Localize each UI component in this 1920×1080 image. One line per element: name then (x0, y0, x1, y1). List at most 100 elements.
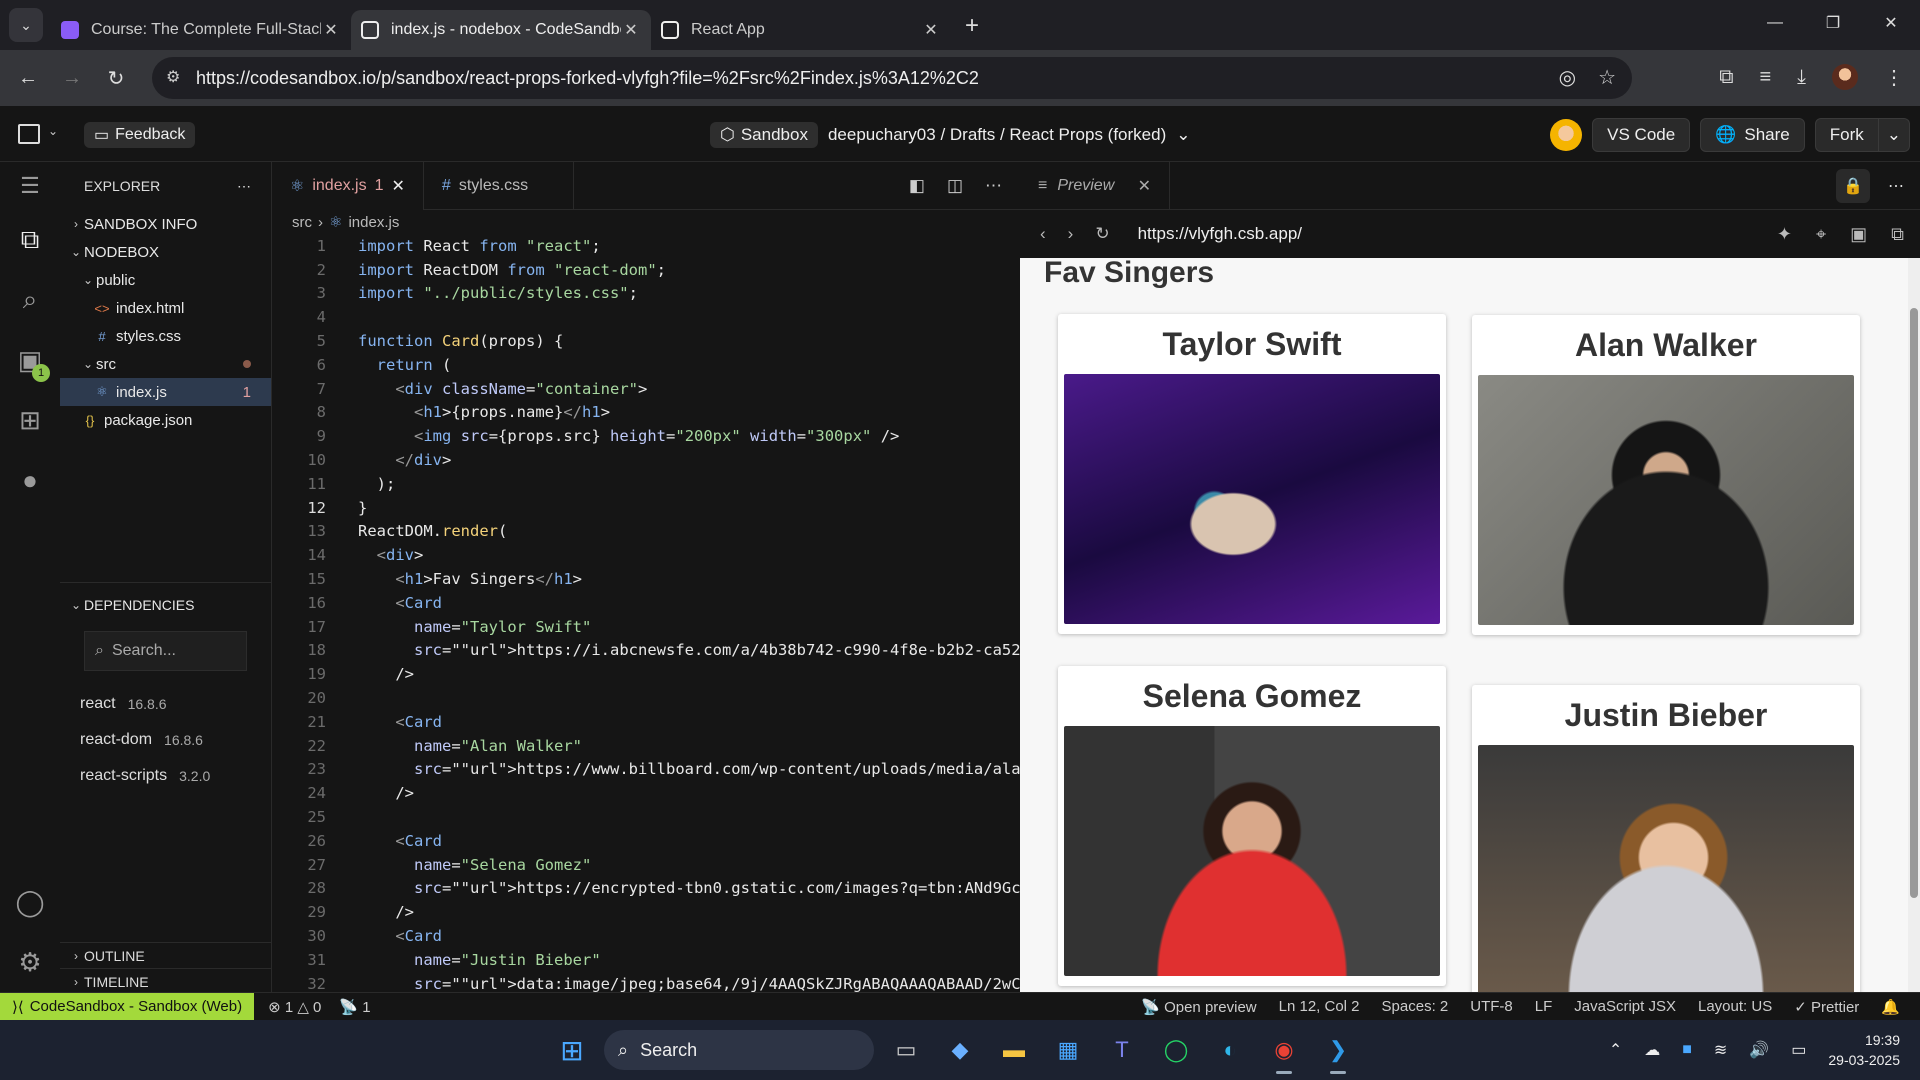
code-line[interactable]: 19 /> (272, 662, 1020, 686)
breadcrumb-item[interactable]: src (292, 214, 312, 231)
code-line[interactable]: 23 src=""url">https://www.billboard.com/… (272, 758, 1058, 782)
vscode-button[interactable]: VS Code (1592, 118, 1691, 152)
encoding-status[interactable]: UTF-8 (1470, 998, 1513, 1016)
tab-search-button[interactable]: ⌄ (9, 8, 43, 42)
breadcrumb-item[interactable]: index.js (348, 214, 399, 231)
browser-tab-codesandbox[interactable]: index.js - nodebox - CodeSandbox ✕ (351, 10, 651, 50)
bookmark-star-icon[interactable]: ☆ (1598, 65, 1616, 90)
wifi-icon[interactable]: ≋ (1714, 1040, 1727, 1060)
editor-tab-styles-css[interactable]: # styles.css (424, 161, 574, 210)
code-line[interactable]: 24 /> (272, 781, 1020, 805)
code-line[interactable]: 15 <h1>Fav Singers</h1> (272, 567, 1020, 591)
close-window-icon[interactable]: ✕ (1862, 0, 1920, 46)
tree-file-styles-css[interactable]: # styles.css (60, 322, 271, 350)
close-tab-icon[interactable]: ✕ (621, 20, 641, 40)
more-actions-icon[interactable]: ⋯ (1888, 176, 1904, 196)
code-line[interactable]: 31 name="Justin Bieber" (272, 948, 1020, 972)
notifications-bell-icon[interactable]: 🔔 (1881, 998, 1900, 1016)
code-line[interactable]: 16 <Card (272, 591, 1020, 615)
chrome-icon[interactable]: ◉ (1262, 1028, 1306, 1074)
media-control-icon[interactable]: ≡ (1759, 66, 1771, 89)
forward-icon[interactable]: → (50, 67, 94, 90)
fork-button[interactable]: Fork (1814, 118, 1879, 152)
timeline-section[interactable]: › TIMELINE (60, 968, 271, 994)
code-line[interactable]: 11 ); (272, 472, 1020, 496)
code-area[interactable]: 1 import React from "react"; 2 import React… (272, 234, 1058, 996)
editor-tab-index-js[interactable]: ⚛ index.js 1 ✕ (272, 161, 424, 210)
extensions-icon[interactable]: ⊞ (0, 390, 60, 450)
code-line[interactable]: 20 (272, 686, 1020, 710)
code-line[interactable]: 2 import ReactDOM from "react-dom"; (272, 258, 1020, 282)
chevron-down-icon[interactable]: ⌄ (48, 124, 58, 138)
code-line[interactable]: 7 <div className="container"> (272, 377, 1020, 401)
volume-icon[interactable]: 🔊 (1749, 1040, 1769, 1060)
code-line[interactable]: 8 <h1>{props.name}</h1> (272, 401, 1020, 425)
code-line[interactable]: 26 <Card (272, 829, 1020, 853)
code-line[interactable]: 1 import React from "react"; (272, 234, 1020, 258)
eye-off-icon[interactable]: ◎ (1559, 65, 1576, 90)
onedrive-icon[interactable]: ☁ (1644, 1040, 1660, 1060)
close-tab-icon[interactable]: ✕ (392, 176, 405, 196)
forward-icon[interactable]: › (1068, 224, 1074, 244)
chevron-down-icon[interactable]: ⌄ (1176, 125, 1190, 145)
preview-url[interactable]: https://vlyfgh.csb.app/ (1138, 224, 1302, 244)
copilot-icon[interactable]: ◆ (938, 1028, 982, 1072)
tree-folder-src[interactable]: ⌄ src (60, 350, 271, 378)
reload-icon[interactable]: ↻ (1095, 224, 1109, 244)
close-tab-icon[interactable]: ✕ (921, 20, 941, 40)
app-menu-icon[interactable] (18, 124, 40, 144)
code-line[interactable]: 5 function Card(props) { (272, 329, 1020, 353)
code-line[interactable]: 6 return ( (272, 353, 1020, 377)
open-preview-status[interactable]: 📡 Open preview (1141, 998, 1256, 1016)
preview-scrollbar[interactable] (1908, 258, 1920, 992)
more-actions-icon[interactable]: ⋯ (985, 176, 1002, 196)
indentation-status[interactable]: Spaces: 2 (1382, 998, 1449, 1016)
task-view-icon[interactable]: ▭ (884, 1028, 928, 1072)
terminal-icon[interactable]: ▣ 1 (0, 330, 60, 390)
whatsapp-icon[interactable]: ◯ (1154, 1028, 1198, 1072)
profile-avatar[interactable] (1832, 64, 1858, 90)
vscode-icon[interactable]: ❯ (1316, 1028, 1360, 1074)
ports-status[interactable]: 📡 1 (339, 998, 370, 1016)
edge-icon[interactable]: ◐ (1208, 1028, 1252, 1072)
code-line[interactable]: 4 (272, 305, 1020, 329)
account-icon[interactable]: ◯ (0, 872, 60, 932)
address-bar-url[interactable]: https://codesandbox.io/p/sandbox/react-p… (196, 68, 979, 89)
tree-file-index-js[interactable]: ⚛ index.js 1 (60, 378, 271, 406)
battery-icon[interactable]: ▭ (1791, 1040, 1806, 1060)
tree-file-package-json[interactable]: {} package.json (60, 406, 271, 434)
prettier-status[interactable]: ✓ Prettier (1794, 998, 1859, 1016)
settings-gear-icon[interactable]: ⚙ (0, 932, 60, 992)
chevron-up-icon[interactable]: ⌃ (1609, 1040, 1622, 1060)
fork-dropdown-button[interactable]: ⌄ (1878, 118, 1910, 152)
close-tab-icon[interactable]: ✕ (321, 20, 341, 40)
code-line[interactable]: 27 name="Selena Gomez" (272, 853, 1020, 877)
code-line[interactable]: 30 <Card (272, 924, 1020, 948)
preview-tab[interactable]: ≡ Preview ✕ (1020, 161, 1170, 210)
tree-file-index-html[interactable]: <> index.html (60, 294, 271, 322)
open-new-window-icon[interactable]: ⧉ (1891, 224, 1904, 245)
share-button[interactable]: 🌐 Share (1700, 118, 1805, 152)
site-info-icon[interactable]: ⚙ (166, 67, 180, 87)
extensions-icon[interactable]: ⧉ (1719, 66, 1733, 89)
sandbox-badge[interactable]: ⬡ Sandbox (710, 122, 818, 148)
minimize-icon[interactable]: — (1746, 0, 1804, 46)
new-tab-button[interactable]: + (965, 12, 979, 40)
dependency-item[interactable]: react-dom 16.8.6 (60, 723, 271, 757)
section-nodebox[interactable]: ⌄ NODEBOX (60, 238, 271, 266)
code-line[interactable]: 28 src=""url">https://encrypted-tbn0.gst… (272, 877, 1058, 901)
dependency-item[interactable]: react 16.8.6 (60, 687, 271, 721)
crosshair-icon[interactable]: ⌖ (1816, 224, 1826, 245)
problems-status[interactable]: ⊗ 1 △ 0 (268, 998, 321, 1016)
more-actions-icon[interactable]: ⋯ (237, 178, 251, 195)
code-line[interactable]: 21 <Card (272, 710, 1020, 734)
cursor-position-status[interactable]: Ln 12, Col 2 (1279, 998, 1360, 1016)
teams-icon[interactable]: T (1100, 1028, 1144, 1072)
code-line[interactable]: 17 name="Taylor Swift" (272, 615, 1020, 639)
language-status[interactable]: JavaScript JSX (1574, 998, 1676, 1016)
code-line[interactable]: 25 (272, 805, 1020, 829)
section-sandbox-info[interactable]: › SANDBOX INFO (60, 210, 271, 238)
feedback-button[interactable]: ▭ Feedback (84, 122, 196, 148)
lock-icon[interactable]: 🔒 (1836, 168, 1870, 203)
taskbar-search[interactable]: ⌕ Search (604, 1030, 874, 1070)
